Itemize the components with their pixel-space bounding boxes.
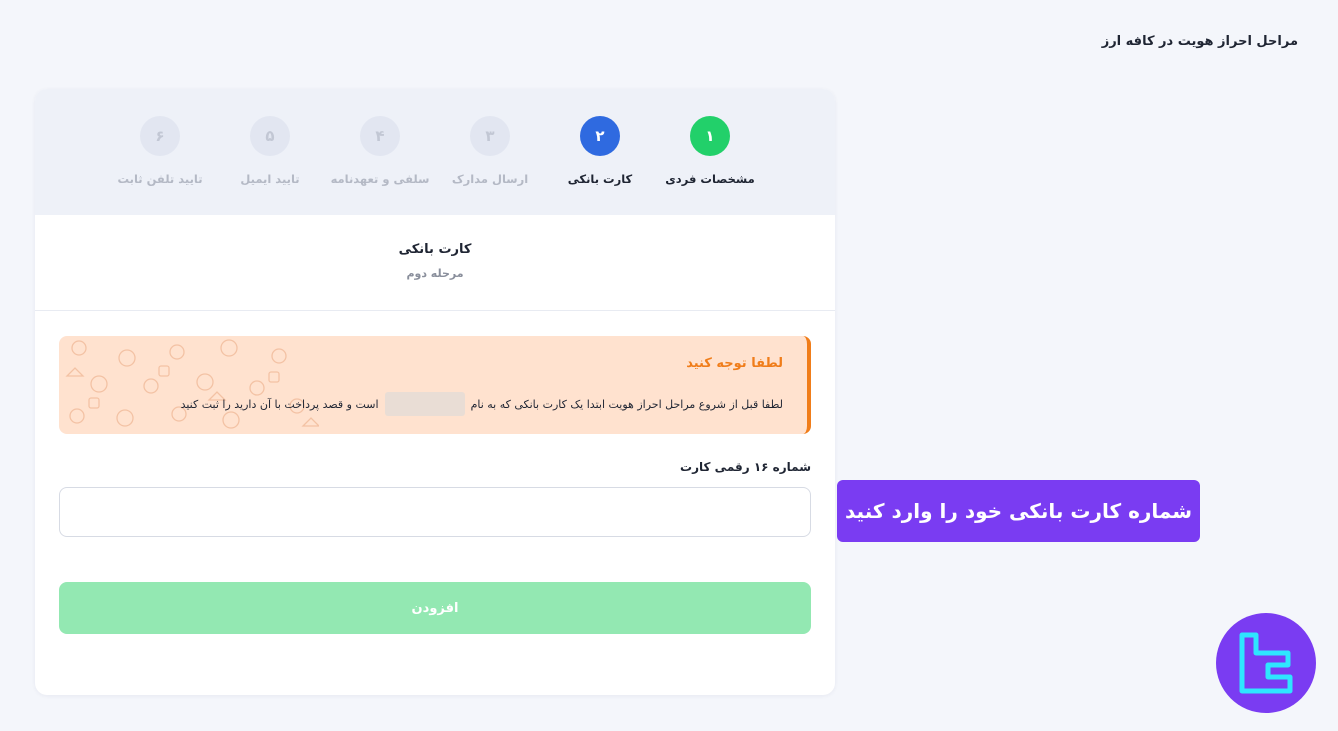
step-label: تایید تلفن ثابت (117, 172, 203, 186)
alert-pattern-icon (65, 339, 319, 429)
section-title: کارت بانکی (398, 242, 472, 257)
redacted-name (384, 392, 465, 416)
alert-title: لطفا توجه کنید (686, 356, 783, 371)
logo-badge (1216, 613, 1316, 713)
step-landline: ۶ تایید تلفن ثابت (95, 116, 225, 186)
alert-message: لطفا قبل از شروع مراحل احراز هویت ابتدا … (181, 392, 783, 416)
alert-text-before: لطفا قبل از شروع مراحل احراز هویت ابتدا … (470, 397, 783, 411)
section-subtitle: مرحله دوم (406, 267, 464, 280)
add-button[interactable]: افزودن (59, 582, 811, 634)
stepper: ۱ مشخصات فردی ۲ کارت بانکی ۳ ارسال مدارک… (35, 89, 835, 215)
step-number: ۵ (250, 116, 290, 156)
step-number: ۴ (360, 116, 400, 156)
step-number: ۲ (580, 116, 620, 156)
card-number-label: شماره ۱۶ رقمی کارت (680, 460, 811, 474)
card-number-input[interactable] (59, 487, 811, 537)
step-number: ۱ (690, 116, 730, 156)
instruction-callout: شماره کارت بانکی خود را وارد کنید (837, 480, 1200, 542)
alert-text-after: است و قصد پرداخت با آن دارید را ثبت کنید (180, 397, 379, 411)
notice-alert: لطفا توجه کنید لطفا قبل از شروع مراحل اح… (59, 336, 811, 434)
brand-logo-icon (1239, 632, 1293, 694)
verification-card: ۱ مشخصات فردی ۲ کارت بانکی ۳ ارسال مدارک… (35, 89, 835, 695)
step-number: ۶ (140, 116, 180, 156)
step-number: ۳ (470, 116, 510, 156)
page-heading: مراحل احراز هویت در کافه ارز (1101, 34, 1298, 49)
divider (35, 310, 835, 311)
